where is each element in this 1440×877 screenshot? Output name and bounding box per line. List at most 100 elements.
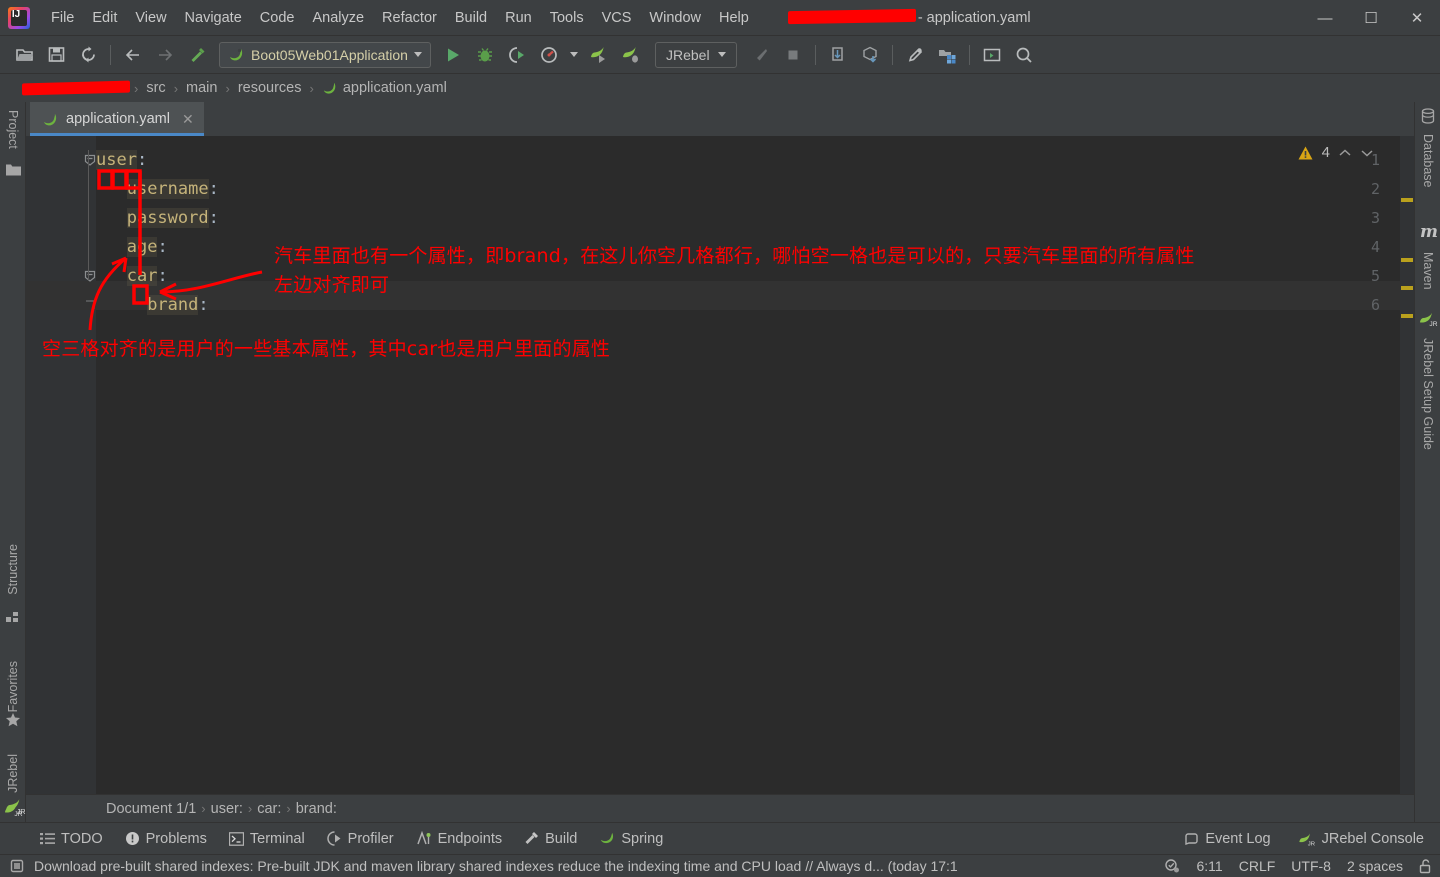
- sidebar-item-database[interactable]: Database: [1415, 130, 1440, 192]
- tool-button-endpoints[interactable]: Endpoints: [416, 831, 502, 847]
- yaml-key[interactable]: age: [126, 237, 158, 257]
- fold-collapse-icon[interactable]: [84, 154, 96, 166]
- warning-marker[interactable]: [1401, 198, 1413, 202]
- menu-item-refactor[interactable]: Refactor: [373, 7, 446, 29]
- code-line[interactable]: user:: [96, 146, 147, 175]
- folder-icon[interactable]: [5, 162, 22, 177]
- doc-path-brand[interactable]: brand:: [296, 801, 337, 817]
- menu-item-edit[interactable]: Edit: [83, 7, 126, 29]
- previous-problem-icon[interactable]: [1338, 148, 1352, 158]
- menu-item-tools[interactable]: Tools: [541, 7, 593, 29]
- sidebar-item-maven[interactable]: Maven: [1415, 248, 1440, 294]
- menu-item-vcs[interactable]: VCS: [593, 7, 641, 29]
- tool-button-event-log[interactable]: Event Log: [1184, 831, 1271, 847]
- menu-item-file[interactable]: File: [42, 7, 83, 29]
- sidebar-item-jrebel[interactable]: JRebel: [0, 750, 26, 797]
- breadcrumb-item-file[interactable]: application.yaml: [318, 80, 451, 96]
- sidebar-item-project[interactable]: Project: [0, 106, 26, 153]
- yaml-key[interactable]: car: [126, 266, 158, 286]
- commit-icon[interactable]: [856, 41, 884, 69]
- menu-item-navigate[interactable]: Navigate: [176, 7, 251, 29]
- breadcrumb-item-src[interactable]: src: [142, 80, 169, 96]
- code-line[interactable]: car:: [96, 262, 168, 291]
- project-structure-icon[interactable]: [933, 41, 961, 69]
- menu-item-build[interactable]: Build: [446, 7, 496, 29]
- run-icon[interactable]: [439, 41, 467, 69]
- indent-widget[interactable]: 2 spaces: [1347, 858, 1403, 874]
- yaml-key[interactable]: brand: [147, 295, 199, 315]
- tool-button-jrebel-console[interactable]: JR JRebel Console: [1297, 831, 1424, 847]
- code-line[interactable]: username:: [96, 175, 219, 204]
- sidebar-item-structure[interactable]: Structure: [0, 540, 26, 599]
- doc-path-car[interactable]: car:: [257, 801, 281, 817]
- tool-button-profiler[interactable]: Profiler: [326, 831, 394, 847]
- code-editor[interactable]: 123456 user: username: password: age: ca…: [26, 136, 1414, 794]
- code-line[interactable]: age:: [96, 233, 168, 262]
- maven-icon[interactable]: m: [1420, 222, 1438, 242]
- debug-icon[interactable]: [471, 41, 499, 69]
- sidebar-item-jrebel-setup-guide[interactable]: JRebel Setup Guide: [1415, 334, 1440, 454]
- yaml-key[interactable]: user: [96, 150, 137, 170]
- fold-collapse-icon[interactable]: [84, 270, 96, 282]
- search-everywhere-icon[interactable]: [1010, 41, 1038, 69]
- open-project-icon[interactable]: [10, 41, 38, 69]
- navigate-back-icon[interactable]: [119, 41, 147, 69]
- encoding-widget[interactable]: UTF-8: [1291, 858, 1331, 874]
- settings-gear-icon[interactable]: [901, 41, 929, 69]
- profile-icon[interactable]: [535, 41, 563, 69]
- yaml-key[interactable]: password: [126, 208, 209, 228]
- caret-position[interactable]: 6:11: [1197, 858, 1223, 874]
- menu-item-run[interactable]: Run: [496, 7, 541, 29]
- inspection-widget[interactable]: 4: [1297, 144, 1374, 161]
- jrebel-debug-icon[interactable]: [617, 41, 645, 69]
- menu-item-code[interactable]: Code: [251, 7, 304, 29]
- navigate-forward-icon[interactable]: [151, 41, 179, 69]
- close-icon[interactable]: ✕: [182, 111, 194, 128]
- update-project-icon[interactable]: [824, 41, 852, 69]
- breadcrumb-item-main[interactable]: main: [182, 80, 221, 96]
- menu-item-window[interactable]: Window: [640, 7, 710, 29]
- synchronize-icon[interactable]: [74, 41, 102, 69]
- warning-marker[interactable]: [1401, 258, 1413, 262]
- warning-marker[interactable]: [1401, 286, 1413, 290]
- fold-end-marker[interactable]: [84, 299, 96, 311]
- structure-icon[interactable]: [6, 610, 20, 624]
- terminal-icon[interactable]: [978, 41, 1006, 69]
- build-project-icon[interactable]: [183, 41, 211, 69]
- menu-item-help[interactable]: Help: [710, 7, 758, 29]
- close-button[interactable]: ✕: [1394, 0, 1440, 36]
- code-line[interactable]: password:: [96, 204, 219, 233]
- unlocked-icon[interactable]: [1419, 858, 1432, 874]
- menu-item-analyze[interactable]: Analyze: [303, 7, 373, 29]
- editor-tab-application-yaml[interactable]: application.yaml ✕: [30, 102, 204, 136]
- tool-button-spring[interactable]: Spring: [599, 831, 663, 847]
- next-problem-icon[interactable]: [1360, 148, 1374, 158]
- tool-button-terminal[interactable]: Terminal: [228, 831, 305, 847]
- run-configuration-selector[interactable]: Boot05Web01Application: [219, 41, 431, 68]
- profile-dropdown-chevron-icon[interactable]: [567, 41, 581, 69]
- editor-marker-bar[interactable]: [1400, 136, 1414, 794]
- status-message[interactable]: Download pre-built shared indexes: Pre-b…: [34, 858, 958, 874]
- code-line[interactable]: brand:: [96, 291, 209, 320]
- yaml-key[interactable]: username: [126, 179, 209, 199]
- line-separator-widget[interactable]: CRLF: [1239, 858, 1276, 874]
- save-all-icon[interactable]: [42, 41, 70, 69]
- jrebel-selector[interactable]: JRebel: [654, 41, 737, 68]
- breadcrumb-item-resources[interactable]: resources: [234, 80, 306, 96]
- tool-button-todo[interactable]: TODO: [40, 831, 103, 847]
- editor-gutter[interactable]: [26, 136, 96, 794]
- star-icon[interactable]: [5, 712, 21, 728]
- jrebel-icon[interactable]: JR: [4, 796, 26, 816]
- tool-button-problems[interactable]: Problems: [125, 831, 207, 847]
- sidebar-item-favorites[interactable]: Favorites: [0, 657, 26, 716]
- run-with-coverage-icon[interactable]: [503, 41, 531, 69]
- maximize-button[interactable]: ☐: [1348, 0, 1394, 36]
- doc-path-user[interactable]: user:: [211, 801, 243, 817]
- minimize-button[interactable]: —: [1302, 0, 1348, 36]
- inspection-widget-icon[interactable]: [1164, 858, 1181, 874]
- database-icon[interactable]: [1420, 108, 1436, 124]
- jrebel-icon[interactable]: JR: [1418, 310, 1438, 328]
- menu-item-view[interactable]: View: [126, 7, 175, 29]
- warning-marker[interactable]: [1401, 314, 1413, 318]
- tool-button-build[interactable]: Build: [524, 831, 577, 847]
